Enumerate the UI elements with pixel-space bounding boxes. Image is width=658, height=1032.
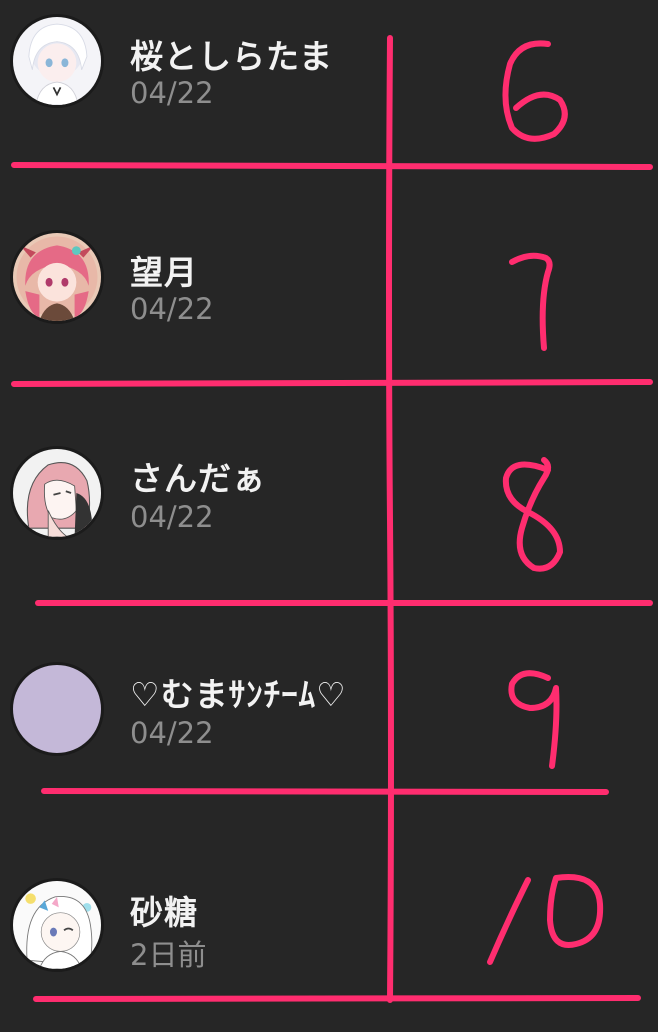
list-item[interactable]: 桜としらたま 04/22 (0, 10, 380, 110)
post-date: 04/22 (130, 500, 214, 534)
post-date: 04/22 (130, 292, 214, 326)
rank-9 (508, 670, 560, 769)
rank-6 (502, 40, 568, 142)
rank-10-zero (547, 874, 604, 948)
post-date: 2日前 (130, 938, 207, 972)
user-name: さんだぁ (130, 459, 266, 498)
list-item[interactable]: 砂糖 2日前 (0, 874, 380, 974)
avatar-placeholder[interactable] (10, 662, 104, 756)
post-date: 04/22 (130, 76, 214, 110)
avatar[interactable] (10, 230, 104, 324)
post-date: 04/22 (130, 716, 214, 750)
rank-8 (502, 457, 563, 572)
avatar[interactable] (10, 446, 104, 540)
divider-vertical (386, 35, 394, 1003)
rank-7 (509, 252, 553, 351)
divider-horizontal (11, 379, 653, 387)
divider-horizontal (11, 162, 653, 170)
divider-horizontal (33, 995, 641, 1002)
avatar[interactable] (10, 878, 104, 972)
list-item[interactable]: さんだぁ 04/22 (0, 442, 380, 542)
rank-10-one (487, 877, 531, 965)
user-name: ♡むまｻﾝﾁｰﾑ♡ (130, 675, 347, 714)
divider-horizontal (41, 788, 609, 795)
list-item[interactable]: ♡むまｻﾝﾁｰﾑ♡ 04/22 (0, 658, 380, 758)
avatar[interactable] (10, 14, 104, 108)
user-name: 望月 (130, 253, 198, 292)
user-name: 砂糖 (130, 893, 198, 932)
user-name: 桜としらたま (130, 37, 334, 76)
list-item[interactable]: 望月 04/22 (0, 226, 380, 326)
